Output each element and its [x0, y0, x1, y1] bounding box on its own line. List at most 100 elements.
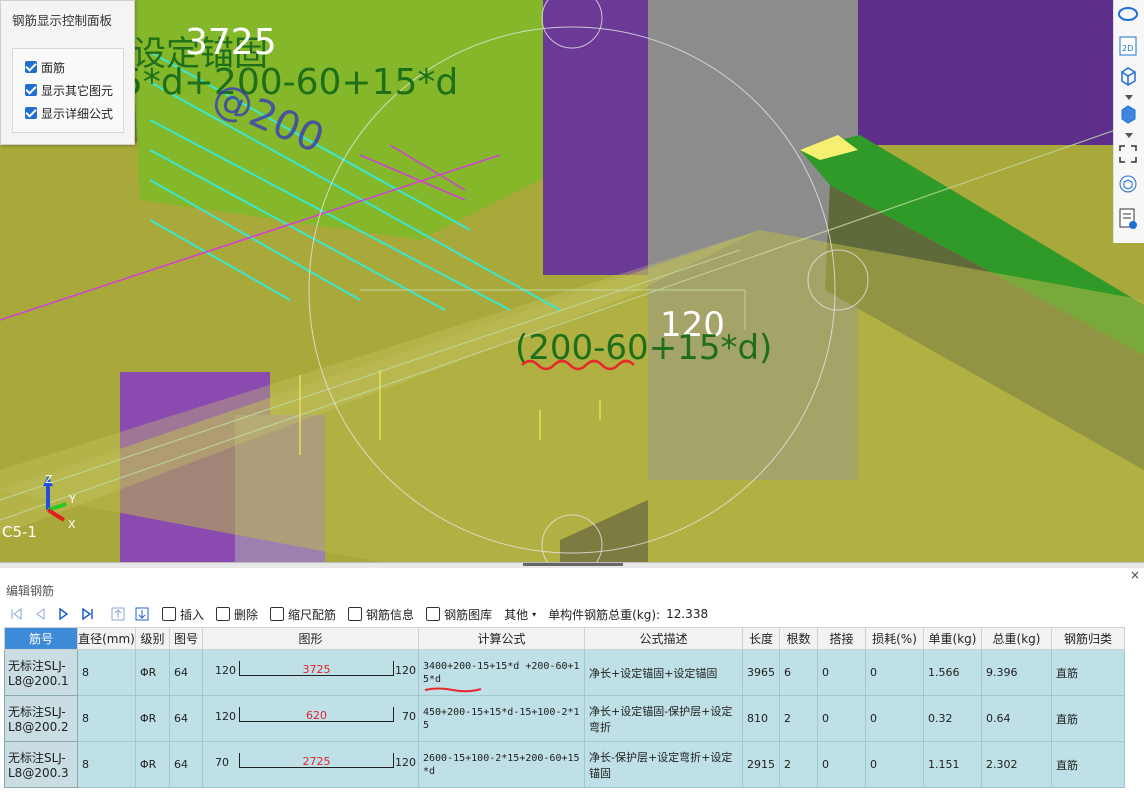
cell-desc[interactable]: 净长+设定锚固+设定锚固	[584, 649, 743, 696]
cell-lap[interactable]: 0	[817, 649, 866, 696]
cell-category[interactable]: 直筋	[1051, 695, 1125, 742]
col-header-loss[interactable]: 损耗(%)	[865, 627, 924, 650]
close-icon[interactable]: ×	[1130, 568, 1140, 582]
col-header-diameter[interactable]: 直径(mm)	[77, 627, 136, 650]
table-row[interactable]: 无标注SLJ-L8@200.1 8 ΦR 64 120 3725 120 340…	[4, 649, 1125, 696]
delete-button[interactable]: 删除	[216, 606, 258, 623]
cell-category[interactable]: 直筋	[1051, 649, 1125, 696]
annotation-top-value: 3725	[185, 22, 277, 63]
2d-view-icon[interactable]: 2D	[1118, 36, 1140, 58]
col-header-count[interactable]: 根数	[779, 627, 818, 650]
rebar-info-button[interactable]: 钢筋信息	[348, 606, 414, 623]
splitter-grip[interactable]	[523, 563, 623, 566]
table-row[interactable]: 无标注SLJ-L8@200.3 8 ΦR 64 70 2725 120 2600…	[4, 741, 1125, 788]
chevron-down-icon[interactable]	[1125, 95, 1133, 100]
cell-grade[interactable]: ΦR	[135, 695, 170, 742]
col-header-category[interactable]: 钢筋归类	[1051, 627, 1125, 650]
cell-shape[interactable]: 120 620 70	[202, 695, 419, 742]
cell-diameter[interactable]: 8	[77, 649, 136, 696]
checkbox-checked-icon[interactable]	[25, 107, 37, 119]
cell-length[interactable]: 2915	[742, 741, 780, 788]
cell-total-weight[interactable]: 9.396	[981, 649, 1052, 696]
formula-text: 3400+200-15+15*d +200-60+15*d	[423, 660, 580, 685]
cell-bar-no[interactable]: 无标注SLJ-L8@200.2	[4, 695, 78, 742]
cell-count[interactable]: 6	[779, 649, 818, 696]
axis-gizmo: Z Y X	[40, 470, 90, 530]
editor-title: 编辑钢筋	[6, 584, 55, 598]
cell-diameter[interactable]: 8	[77, 741, 136, 788]
cube-outline-icon[interactable]	[1118, 66, 1140, 88]
ellipse-icon[interactable]	[1118, 6, 1140, 28]
option-show-other-elements[interactable]: 显示其它图元	[25, 81, 113, 99]
cell-formula[interactable]: 2600-15+100-2*15+200-60+15*d	[418, 741, 585, 788]
cell-loss[interactable]: 0	[865, 741, 924, 788]
col-header-formula[interactable]: 计算公式	[418, 627, 585, 650]
rebar-library-button[interactable]: 钢筋图库	[426, 606, 492, 623]
last-record-icon[interactable]	[80, 606, 96, 622]
control-panel-title: 钢筋显示控制面板	[12, 13, 113, 28]
scale-rebar-button[interactable]: 缩尺配筋	[270, 606, 336, 623]
component-cube-icon[interactable]	[1118, 174, 1140, 196]
prev-record-icon[interactable]	[32, 606, 48, 622]
col-header-desc[interactable]: 公式描述	[584, 627, 743, 650]
rebar-shape: 70 2725 120	[203, 742, 418, 787]
cell-fig-no[interactable]: 64	[169, 741, 203, 788]
cell-category[interactable]: 直筋	[1051, 741, 1125, 788]
report-icon[interactable]	[1118, 208, 1140, 230]
insert-button[interactable]: 插入	[162, 606, 204, 623]
col-header-unit-weight[interactable]: 单重(kg)	[923, 627, 982, 650]
first-record-icon[interactable]	[8, 606, 24, 622]
col-header-total-weight[interactable]: 总重(kg)	[981, 627, 1052, 650]
col-header-length[interactable]: 长度	[742, 627, 780, 650]
move-down-icon[interactable]	[134, 606, 150, 622]
fullscreen-icon[interactable]	[1118, 144, 1140, 166]
shape-right-value: 70	[402, 710, 416, 723]
3d-viewport[interactable]: 设定锚固 3725 5*d+200-60+15*d @200 120 (200-…	[0, 0, 1144, 562]
shape-mid-value: 3725	[302, 663, 331, 676]
cell-grade[interactable]: ΦR	[135, 741, 170, 788]
cell-loss[interactable]: 0	[865, 695, 924, 742]
cell-length[interactable]: 3965	[742, 649, 780, 696]
cell-total-weight[interactable]: 2.302	[981, 741, 1052, 788]
cell-shape[interactable]: 70 2725 120	[202, 741, 419, 788]
table-row[interactable]: 无标注SLJ-L8@200.2 8 ΦR 64 120 620 70 450+2…	[4, 695, 1125, 742]
checkbox-checked-icon[interactable]	[25, 84, 37, 96]
cell-desc[interactable]: 净长-保护层+设定弯折+设定锚固	[584, 741, 743, 788]
cell-bar-no[interactable]: 无标注SLJ-L8@200.3	[4, 741, 78, 788]
col-header-lap[interactable]: 搭接	[817, 627, 866, 650]
cell-unit-weight[interactable]: 1.151	[923, 741, 982, 788]
cell-lap[interactable]: 0	[817, 741, 866, 788]
other-dropdown[interactable]: 其他 ▾	[504, 606, 536, 623]
col-header-shape[interactable]: 图形	[202, 627, 419, 650]
cell-formula[interactable]: 3400+200-15+15*d +200-60+15*d	[418, 649, 585, 696]
col-header-fig-no[interactable]: 图号	[169, 627, 203, 650]
cell-length[interactable]: 810	[742, 695, 780, 742]
chevron-down-icon[interactable]	[1125, 133, 1133, 138]
option-show-detailed-formula[interactable]: 显示详细公式	[25, 104, 113, 122]
svg-text:2D: 2D	[1122, 44, 1133, 53]
move-up-icon[interactable]	[110, 606, 126, 622]
cell-count[interactable]: 2	[779, 695, 818, 742]
cell-loss[interactable]: 0	[865, 649, 924, 696]
col-header-grade[interactable]: 级别	[135, 627, 170, 650]
next-record-icon[interactable]	[56, 606, 72, 622]
cell-total-weight[interactable]: 0.64	[981, 695, 1052, 742]
rebar-table: 筋号 直径(mm) 级别 图号 图形 计算公式 公式描述 长度 根数 搭接 损耗…	[4, 627, 1125, 788]
cell-bar-no[interactable]: 无标注SLJ-L8@200.1	[4, 649, 78, 696]
checkbox-checked-icon[interactable]	[25, 61, 37, 73]
cell-fig-no[interactable]: 64	[169, 649, 203, 696]
cell-unit-weight[interactable]: 0.32	[923, 695, 982, 742]
cell-lap[interactable]: 0	[817, 695, 866, 742]
cell-diameter[interactable]: 8	[77, 695, 136, 742]
cube-solid-icon[interactable]	[1118, 104, 1140, 126]
cell-grade[interactable]: ΦR	[135, 649, 170, 696]
cell-count[interactable]: 2	[779, 741, 818, 788]
col-header-bar-no[interactable]: 筋号	[4, 627, 78, 650]
cell-shape[interactable]: 120 3725 120	[202, 649, 419, 696]
cell-formula[interactable]: 450+200-15+15*d-15+100-2*15	[418, 695, 585, 742]
cell-fig-no[interactable]: 64	[169, 695, 203, 742]
cell-unit-weight[interactable]: 1.566	[923, 649, 982, 696]
cell-desc[interactable]: 净长+设定锚固-保护层+设定弯折	[584, 695, 743, 742]
editor-toolbar: 插入 删除 缩尺配筋 钢筋信息 钢筋图库 其他 ▾ 单构件钢筋总重(kg): 1…	[0, 602, 1144, 626]
option-face-rebar[interactable]: 面筋	[25, 58, 65, 76]
